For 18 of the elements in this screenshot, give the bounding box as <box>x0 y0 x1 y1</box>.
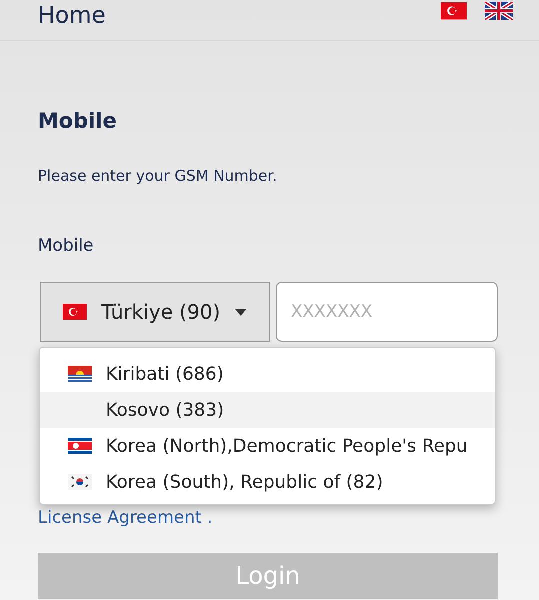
country-option[interactable]: Korea (South), Republic of (82) <box>40 464 495 500</box>
page-title: Home <box>38 2 106 30</box>
flag-icon <box>63 304 88 320</box>
instruction-text: Please enter your GSM Number. <box>38 167 278 185</box>
section-heading: Mobile <box>38 108 117 135</box>
flag-icon <box>68 438 92 454</box>
caret-icon <box>234 308 247 316</box>
country-dropdown[interactable]: Türkiye (90) <box>40 282 270 342</box>
language-flag-icon <box>441 2 467 20</box>
country-option[interactable]: Kosovo (383) <box>40 392 495 428</box>
flag-icon <box>68 474 92 490</box>
flag-icon <box>68 366 92 382</box>
country-option[interactable]: Korea (North),Democratic People's Repu <box>40 428 495 464</box>
field-label: Mobile <box>38 236 94 256</box>
phone-input-field[interactable]: XXXXXXX <box>276 282 498 342</box>
country-option[interactable]: Kiribati (686) <box>40 356 495 392</box>
license-link[interactable]: License Agreement . <box>38 508 213 529</box>
language-flag-icon <box>485 2 513 20</box>
